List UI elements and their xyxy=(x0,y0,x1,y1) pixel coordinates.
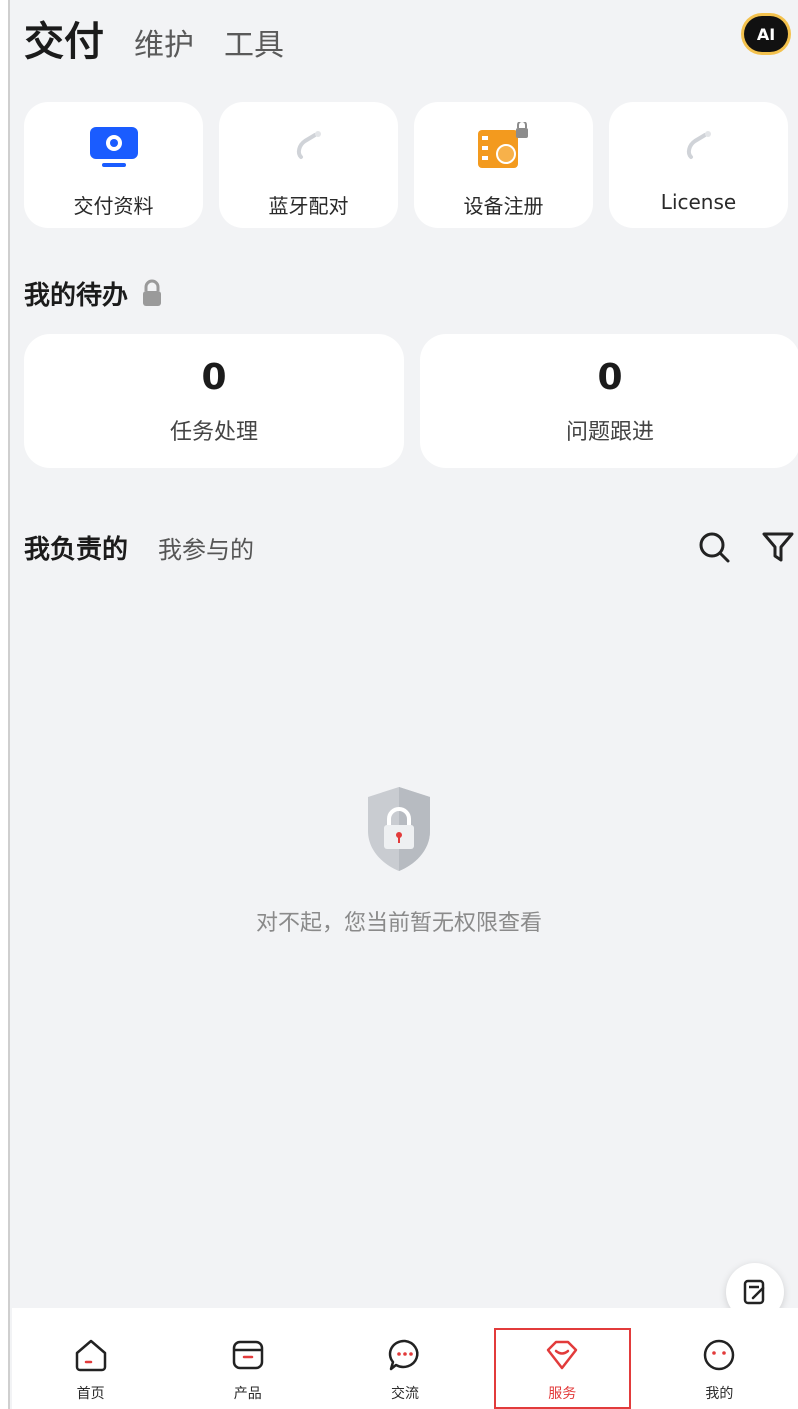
device-register-icon xyxy=(474,122,534,172)
tab-my-responsible[interactable]: 我负责的 xyxy=(24,529,128,566)
tool-card-bluetooth[interactable]: 蓝牙配对 xyxy=(219,102,398,228)
nav-chat[interactable]: 交流 xyxy=(326,1308,483,1409)
tool-label: 蓝牙配对 xyxy=(268,194,349,218)
tab-delivery[interactable]: 交付 xyxy=(24,16,104,68)
filter-icon[interactable] xyxy=(758,527,798,567)
tool-card-delivery-docs[interactable]: 交付资料 xyxy=(24,102,203,228)
ownership-segment: 我负责的 我参与的 xyxy=(24,527,798,567)
window-edge xyxy=(0,0,10,1409)
tab-my-participated[interactable]: 我参与的 xyxy=(158,530,254,565)
todo-cards: 0 任务处理 0 问题跟进 xyxy=(24,334,798,468)
profile-icon xyxy=(701,1337,737,1373)
search-icon[interactable] xyxy=(694,527,734,567)
chat-icon xyxy=(387,1337,423,1373)
tool-label: License xyxy=(660,190,737,214)
license-icon xyxy=(669,122,729,172)
nav-product[interactable]: 产品 xyxy=(169,1308,326,1409)
bottom-nav: 首页 产品 交流 服务 我的 xyxy=(12,1308,798,1409)
tool-card-device-register[interactable]: 设备注册 xyxy=(414,102,593,228)
tool-card-license[interactable]: License xyxy=(609,102,788,228)
todo-label: 问题跟进 xyxy=(565,419,654,445)
todo-label: 任务处理 xyxy=(169,419,258,445)
monitor-icon xyxy=(84,122,144,172)
nav-label: 服务 xyxy=(548,1386,577,1402)
home-icon xyxy=(73,1337,109,1373)
service-icon xyxy=(544,1337,580,1373)
todo-count: 0 xyxy=(201,356,227,398)
empty-message: 对不起，您当前暂无权限查看 xyxy=(255,911,542,936)
nav-home[interactable]: 首页 xyxy=(12,1308,169,1409)
todo-card-issues[interactable]: 0 问题跟进 xyxy=(420,334,798,468)
ai-assistant-button[interactable]: AI xyxy=(744,16,788,52)
todo-section-title: 我的待办 xyxy=(24,275,164,312)
todo-card-tasks[interactable]: 0 任务处理 xyxy=(24,334,404,468)
tool-label: 交付资料 xyxy=(73,194,154,218)
lock-icon xyxy=(140,279,164,309)
nav-label: 我的 xyxy=(705,1386,734,1402)
top-tabs: 交付 维护 工具 xyxy=(24,12,314,68)
empty-state: 对不起，您当前暂无权限查看 xyxy=(0,785,798,937)
product-icon xyxy=(230,1337,266,1373)
tab-tools[interactable]: 工具 xyxy=(224,24,284,68)
nav-label: 交流 xyxy=(391,1386,419,1402)
bluetooth-pairing-icon xyxy=(279,122,339,172)
tool-label: 设备注册 xyxy=(463,194,544,218)
todo-title: 我的待办 xyxy=(24,281,129,311)
nav-profile[interactable]: 我的 xyxy=(641,1308,798,1409)
ai-badge-label: AI xyxy=(756,24,776,44)
tool-cards: 交付资料 蓝牙配对 设备注册 License xyxy=(24,102,798,228)
segment-actions xyxy=(670,527,798,567)
edit-note-icon xyxy=(743,1279,765,1305)
todo-count: 0 xyxy=(597,356,623,398)
tab-maintenance[interactable]: 维护 xyxy=(134,24,194,68)
nav-label: 首页 xyxy=(76,1386,105,1402)
nav-label: 产品 xyxy=(233,1386,262,1402)
nav-service[interactable]: 服务 xyxy=(484,1308,641,1409)
no-permission-shield-icon xyxy=(364,785,434,875)
